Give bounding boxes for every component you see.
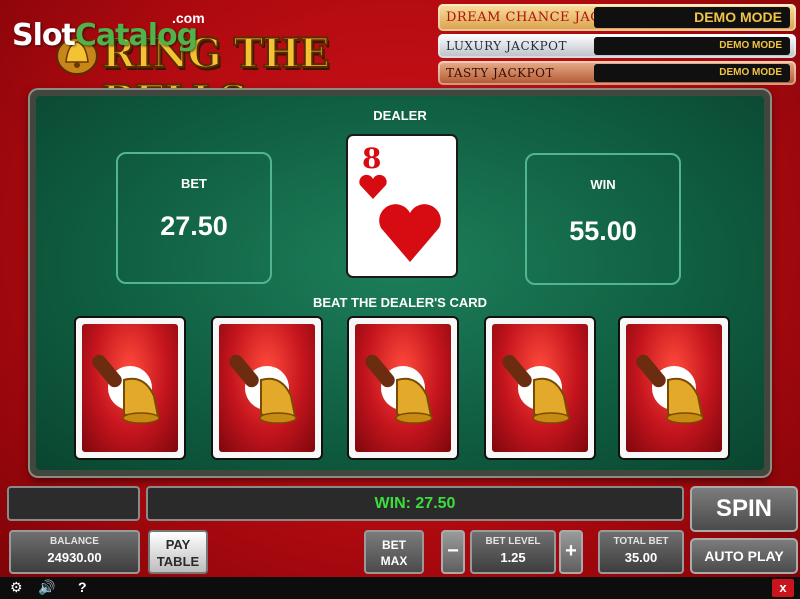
total-bet-value: 35.00 [624,550,658,565]
jackpot-panel: DREAM CHANCE JACKPOT DEMO MODE LUXURY JA… [438,4,796,88]
bet-level-label: BET LEVEL [485,536,541,547]
pay-table-line-1: PAY [165,537,191,552]
heart-icon [359,174,387,199]
balance-value: 24930.00 [47,550,102,565]
jackpot-luxury: LUXURY JACKPOT DEMO MODE [438,34,796,58]
pay-table-line-2: TABLE [156,554,200,569]
win-panel: WIN 55.00 [525,153,681,285]
watermark-logo: SlotCatalog [12,18,198,53]
win-value: 55.00 [569,216,637,246]
bet-value: 27.50 [160,211,228,241]
gear-icon[interactable]: ⚙ [10,579,23,596]
table-felt: BET 27.50 DEALER 8 WIN 55.00 BEAT THE DE… [36,96,764,470]
card-back-face [82,324,178,452]
bell-icon [229,354,297,424]
card-back-5[interactable] [618,316,730,460]
watermark-part-1: Slot [12,18,76,53]
speaker-icon[interactable]: 🔊 [38,579,55,596]
card-back-face [492,324,588,452]
balance-display: BALANCE 24930.00 [9,530,140,574]
message-box [7,486,140,521]
game-logo: RING THE BELLS SlotCatalog .com [10,6,410,125]
bet-max-line-2: MAX [380,554,408,568]
bet-panel: BET 27.50 [116,152,272,284]
jackpot-name: TASTY JACKPOT [446,66,555,80]
bottom-toolbar: ⚙ 🔊 ? x [0,577,800,599]
bet-level-decrease-button[interactable]: − [441,530,465,574]
dealer-card: 8 [346,134,458,278]
bell-icon [92,354,160,424]
jackpot-value: DEMO MODE [594,64,790,82]
bet-level-display: BET LEVEL 1.25 [470,530,556,574]
balance-label: BALANCE [50,536,99,547]
bell-icon [365,354,433,424]
card-back-face [355,324,451,452]
pay-table-button[interactable]: PAY TABLE [148,530,208,574]
card-back-1[interactable] [74,316,186,460]
bet-max-button[interactable]: BET MAX [364,530,424,574]
dealer-label: DEALER [373,108,427,123]
bet-level-value: 1.25 [500,550,526,565]
card-back-2[interactable] [211,316,323,460]
jackpot-dream-chance: DREAM CHANCE JACKPOT DEMO MODE [438,4,796,31]
instruction-text: BEAT THE DEALER'S CARD [312,295,488,310]
card-back-face [219,324,315,452]
face-down-cards [74,316,734,460]
help-button[interactable]: ? [78,579,87,595]
card-back-face [626,324,722,452]
card-back-3[interactable] [347,316,459,460]
win-label: WIN [590,177,616,192]
win-message: WIN: 27.50 [146,486,684,521]
dealer-card-rank: 8 [362,142,382,175]
spin-button[interactable]: SPIN [690,486,798,532]
watermark-domain: .com [172,10,205,26]
total-bet-label: TOTAL BET [613,536,669,547]
auto-play-button[interactable]: AUTO PLAY [690,538,798,574]
gamble-table: BET 27.50 DEALER 8 WIN 55.00 BEAT THE DE… [30,90,770,476]
jackpot-value: DEMO MODE [594,37,790,55]
bell-icon [636,354,704,424]
card-back-4[interactable] [484,316,596,460]
heart-icon [379,204,441,262]
bell-icon [502,354,570,424]
jackpot-name: LUXURY JACKPOT [446,39,568,53]
bet-max-line-1: BET [382,538,406,552]
bet-label: BET [181,176,207,191]
bet-level-increase-button[interactable]: + [559,530,583,574]
jackpot-tasty: TASTY JACKPOT DEMO MODE [438,61,796,85]
close-button[interactable]: x [772,579,794,597]
jackpot-value: DEMO MODE [594,7,790,28]
total-bet-display: TOTAL BET 35.00 [598,530,684,574]
